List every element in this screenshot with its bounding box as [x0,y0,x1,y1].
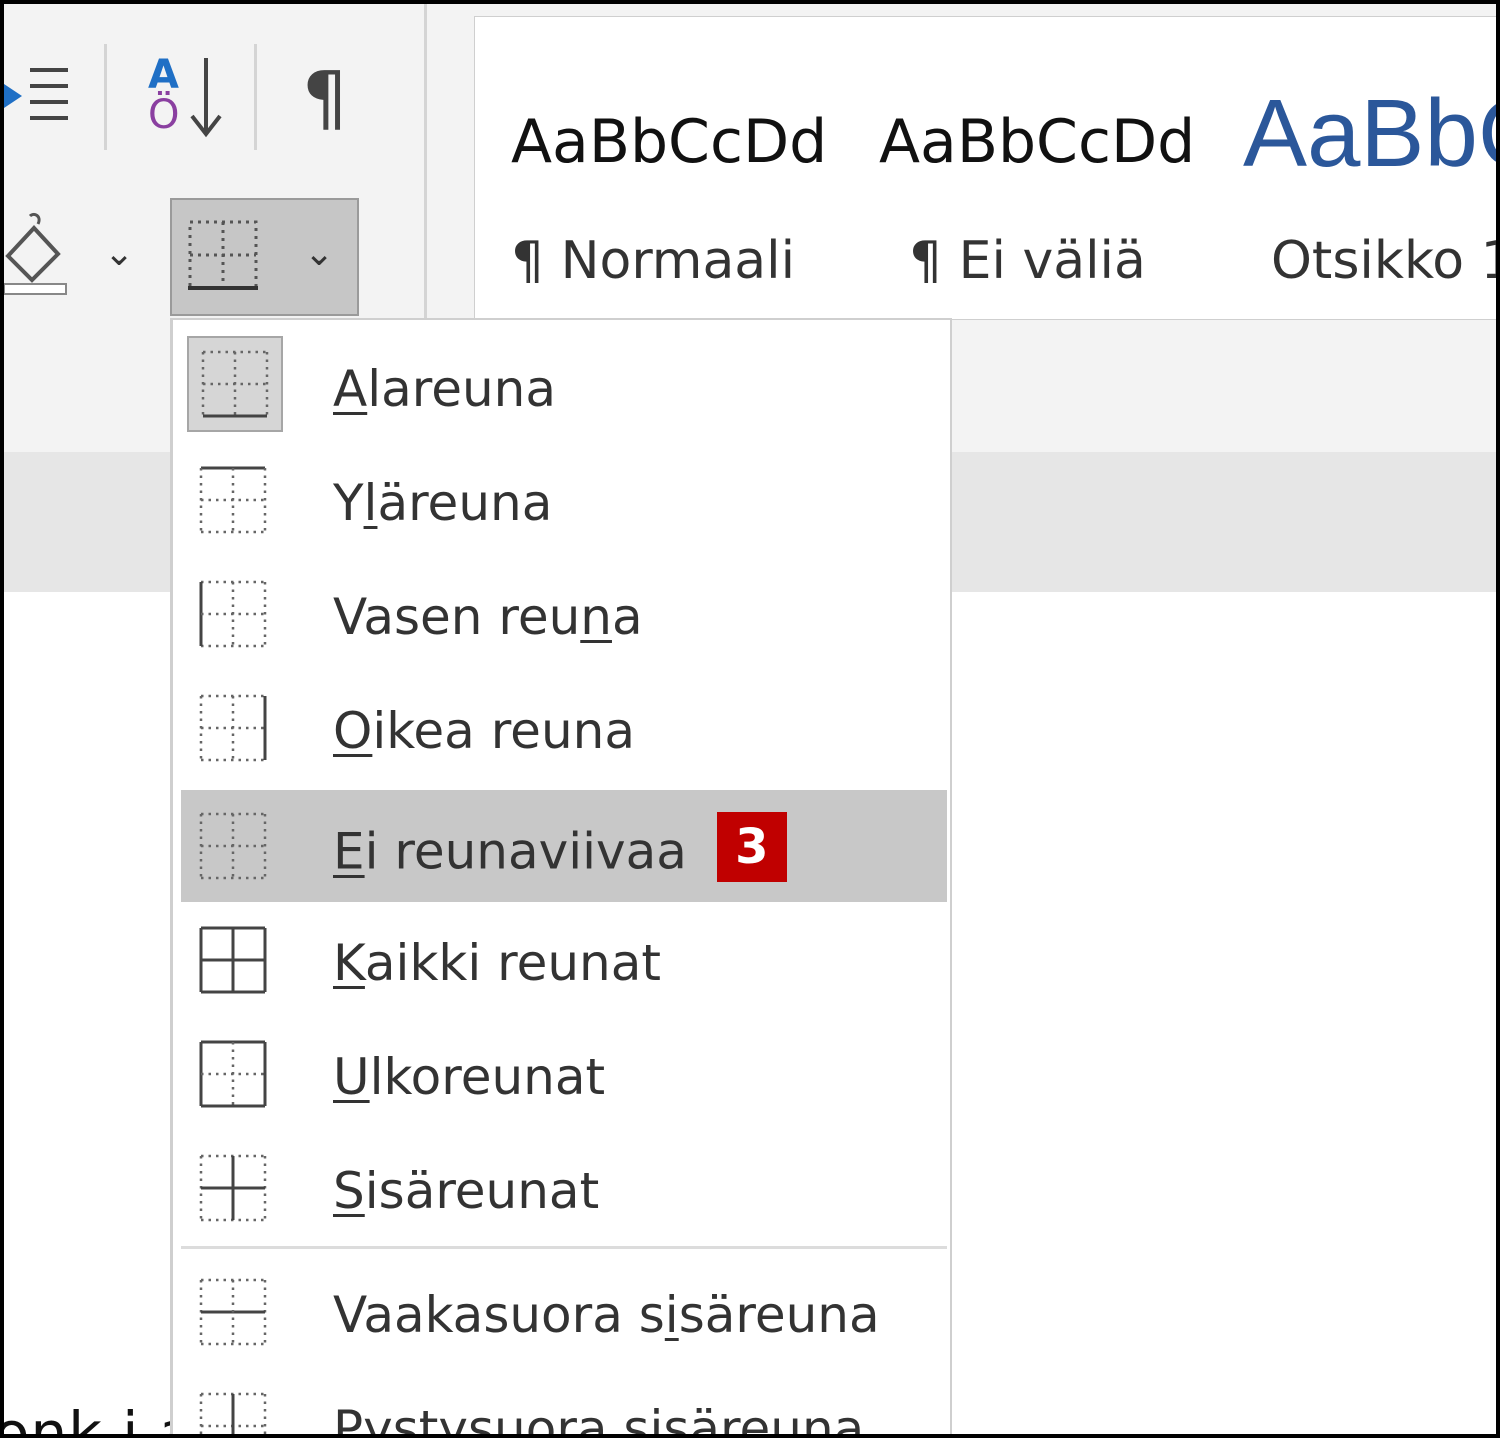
right-border-icon [197,692,269,764]
left-border-icon [197,578,269,650]
borders-button[interactable]: ⌄ [170,198,359,316]
menu-item-label: Kaikki reunat [333,934,661,992]
style-sample: AaBbCcDd [511,107,828,177]
menu-item-right-border[interactable]: Oikea reuna [181,672,947,784]
style-name: ¶ Normaali [511,231,796,291]
no-border-icon [197,810,269,882]
menu-item-inside-borders[interactable]: Sisäreunat [181,1132,947,1244]
show-formatting-icon[interactable]: ¶ [302,56,348,140]
menu-item-outside-borders[interactable]: Ulkoreunat [181,1018,947,1130]
menu-item-inside-vertical-border[interactable]: Pystysuora sisäreuna [181,1370,947,1438]
increase-indent-icon[interactable] [4,62,74,132]
style-sample: AaBbCcDd [879,107,1196,177]
menu-item-top-border[interactable]: Yläreuna [181,444,947,556]
menu-item-all-borders[interactable]: Kaikki reunat [181,904,947,1016]
ribbon-divider [254,44,257,150]
menu-item-label: Yläreuna [333,474,553,532]
sort-icon[interactable]: A Ö [144,52,224,142]
top-border-icon [197,464,269,536]
style-sample: AaBbC [1243,80,1496,187]
inside-vertical-border-icon [197,1390,269,1434]
menu-item-label: Sisäreunat [333,1162,600,1220]
shading-dropdown-icon[interactable]: ⌄ [104,232,134,274]
borders-menu: Alareuna Yläreuna Vasen reuna Oikea reuna Ei… [170,318,952,1438]
menu-item-bottom-border[interactable]: Alareuna [181,330,947,442]
styles-gallery: AaBbCcDd ¶ Normaali AaBbCcDd ¶ Ei väliä … [474,16,1500,320]
sort-letter-o: Ö [148,92,180,138]
menu-item-label: Ulkoreunat [333,1048,606,1106]
menu-item-label: Alareuna [333,360,556,418]
menu-item-label: Oikea reuna [333,702,635,760]
menu-separator [181,1246,947,1249]
menu-item-label: Ei reunaviivaa 3 [333,812,787,890]
inside-borders-icon [197,1152,269,1224]
borders-dropdown-icon[interactable]: ⌄ [304,232,334,274]
step-badge: 3 [716,812,787,882]
no-border-icon [188,220,258,290]
style-name: Otsikko 1 [1271,231,1500,291]
ribbon-divider [104,44,107,150]
shading-icon[interactable] [4,212,70,296]
menu-item-left-border[interactable]: Vasen reuna [181,558,947,670]
all-borders-icon [197,924,269,996]
outside-borders-icon [197,1038,269,1110]
menu-item-label: Pystysuora sisäreuna [333,1400,865,1438]
menu-item-label: Vasen reuna [333,588,643,646]
menu-item-inside-horizontal-border[interactable]: Vaakasuora sisäreuna [181,1256,947,1368]
style-name: ¶ Ei väliä [909,231,1146,291]
inside-horizontal-border-icon [197,1276,269,1348]
bottom-border-icon [187,336,283,432]
word-window: A Ö ¶ ⌄ ⌄ AaBbCcDd ¶ Normaali AaBbCcDd ¶… [0,0,1500,1438]
menu-item-label: Vaakasuora sisäreuna [333,1286,880,1344]
menu-item-no-border[interactable]: Ei reunaviivaa 3 [181,790,947,902]
